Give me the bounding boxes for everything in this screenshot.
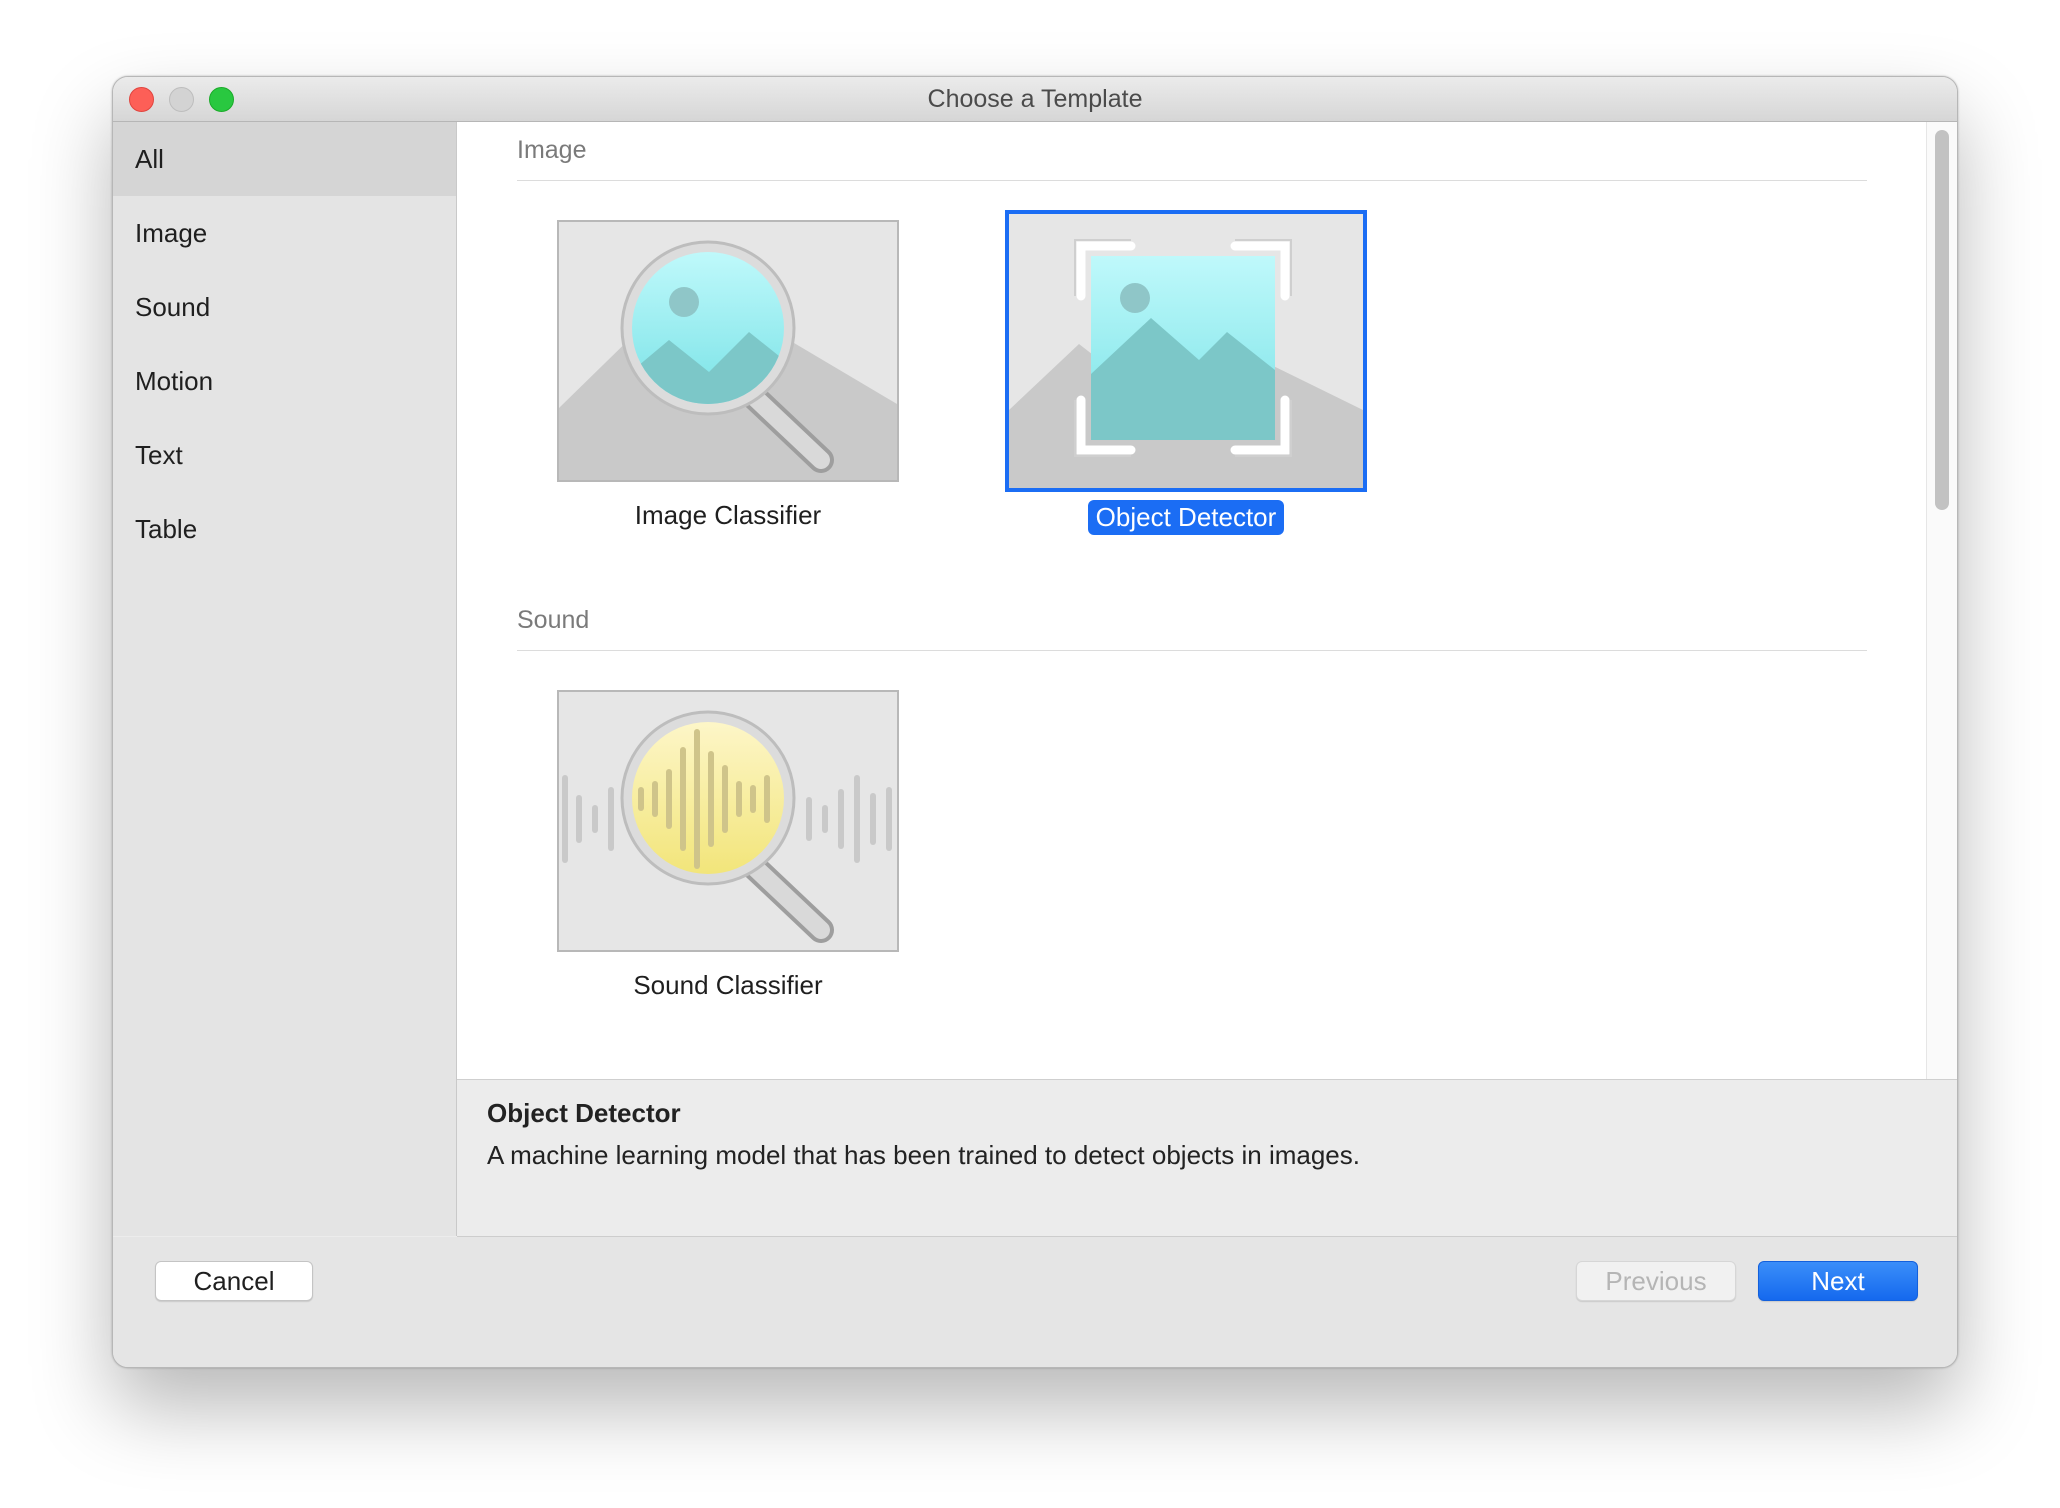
previous-button[interactable]: Previous [1576,1261,1736,1301]
sidebar-item-sound[interactable]: Sound [113,270,456,344]
close-window-button[interactable] [129,87,154,112]
sidebar-item-label: Image [135,218,208,248]
template-chooser-window: Choose a Template All Image Sound Motion… [112,76,1958,1368]
section-divider [517,650,1867,651]
template-label: Sound Classifier [633,970,823,1000]
sidebar-item-label: Motion [135,366,214,396]
sidebar-item-label: All [135,144,164,174]
template-image-classifier[interactable]: Image Classifier [557,220,899,530]
sidebar-item-all[interactable]: All [113,122,456,196]
scroll-thumb[interactable] [1935,130,1949,510]
dialog-footer: Cancel Previous Next [113,1237,1957,1367]
template-label: Image Classifier [634,500,822,530]
zoom-window-button[interactable] [209,87,234,112]
sidebar-item-image[interactable]: Image [113,196,456,270]
cancel-button[interactable]: Cancel [155,1261,313,1301]
details-description: A machine learning model that has been t… [487,1140,1360,1170]
object-detector-icon [1005,210,1367,492]
sidebar-item-text[interactable]: Text [113,418,456,492]
section-title-image: Image [517,136,587,164]
template-gallery: Image Image Classifier Object Detector S… [457,122,1957,1080]
sound-classifier-icon [557,690,899,952]
title-bar: Choose a Template [113,77,1957,122]
sidebar-item-label: Text [135,440,183,470]
sidebar-item-label: Sound [135,292,211,322]
section-divider [517,180,1867,181]
vertical-scrollbar[interactable] [1926,122,1957,1079]
sidebar-item-motion[interactable]: Motion [113,344,456,418]
template-label-wrapper: Object Detector [1015,500,1357,535]
image-classifier-icon [557,220,899,482]
template-object-detector[interactable]: Object Detector [1005,210,1367,535]
details-title: Object Detector [487,1098,681,1128]
section-title-sound: Sound [517,606,590,634]
template-sound-classifier[interactable]: Sound Classifier [557,690,899,1000]
category-sidebar: All Image Sound Motion Text Table [113,122,457,1236]
sidebar-item-label: Table [135,514,198,544]
template-details-pane: Object Detector A machine learning model… [457,1080,1957,1237]
minimize-window-button[interactable] [169,87,194,112]
next-button[interactable]: Next [1758,1261,1918,1301]
template-label: Object Detector [1087,500,1285,535]
window-title: Choose a Template [927,85,1143,113]
sidebar-item-table[interactable]: Table [113,492,456,566]
